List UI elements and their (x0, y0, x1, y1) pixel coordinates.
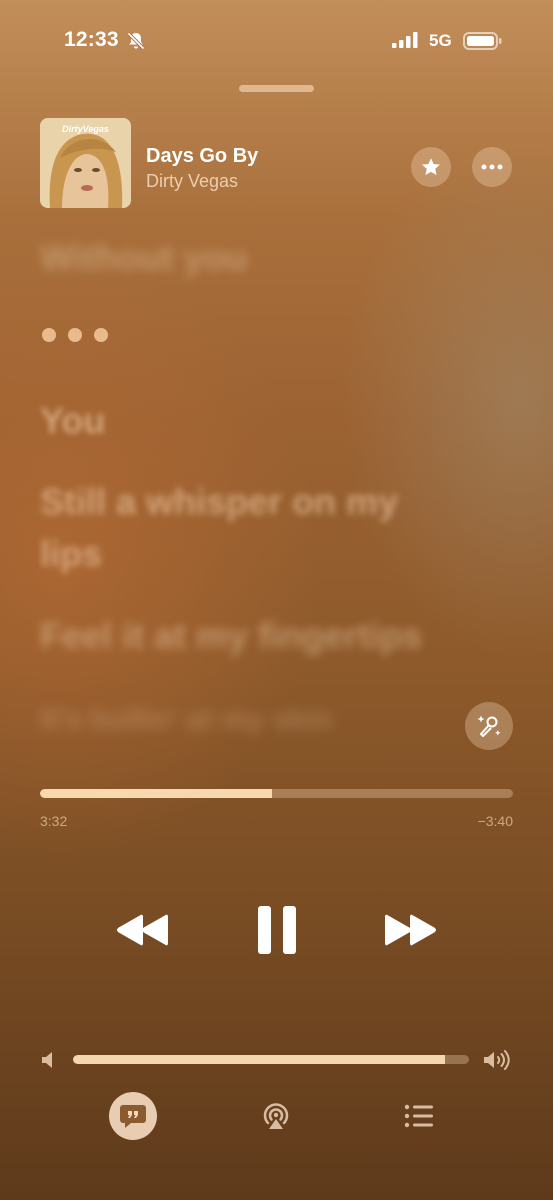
lyric-line[interactable]: Feel it at my fingertips (40, 610, 480, 662)
remaining-time: −3:40 (477, 813, 513, 829)
volume-low-icon (42, 1052, 52, 1068)
elapsed-time: 3:32 (40, 813, 68, 829)
album-artwork[interactable]: DirtyVegas (40, 118, 131, 208)
scrubber-fill (40, 789, 272, 798)
bell-slash-icon (127, 32, 145, 50)
airplay-icon[interactable] (259, 1099, 293, 1133)
lyrics-quote-icon (120, 1105, 146, 1128)
volume-fill (73, 1055, 446, 1064)
lyric-line[interactable]: You (40, 395, 480, 447)
artwork-band-name: DirtyVegas (62, 124, 109, 134)
pause-icon[interactable] (256, 905, 298, 955)
interlude-dot (68, 328, 82, 342)
network-type: 5G (429, 31, 452, 50)
playback-scrubber[interactable] (40, 789, 513, 798)
lyric-line[interactable]: Still a whisper on my lips (40, 476, 400, 580)
lyrics-button[interactable] (109, 1092, 157, 1140)
sing-button[interactable] (465, 702, 513, 750)
star-icon (422, 158, 440, 175)
fast-forward-icon[interactable] (383, 912, 437, 948)
rewind-icon[interactable] (116, 912, 170, 948)
ellipsis-icon (481, 164, 503, 170)
interlude-dot (94, 328, 108, 342)
battery-icon (463, 32, 502, 50)
lyric-interlude-dots (42, 328, 108, 342)
signal-icon (392, 32, 418, 48)
more-button[interactable] (472, 147, 512, 187)
volume-slider[interactable] (73, 1055, 469, 1064)
lyric-line[interactable]: Without you (40, 232, 480, 284)
interlude-dot (42, 328, 56, 342)
lyric-line[interactable]: It's bullin' at my skin (40, 694, 480, 746)
sing-microphone-icon (477, 715, 501, 737)
song-artist[interactable]: Dirty Vegas (146, 171, 238, 192)
volume-high-icon (484, 1050, 510, 1070)
favorite-button[interactable] (411, 147, 451, 187)
status-time: 12:33 (64, 28, 119, 51)
queue-list-icon[interactable] (403, 1102, 435, 1130)
song-title[interactable]: Days Go By (146, 145, 258, 168)
sheet-grabber[interactable] (239, 85, 314, 92)
